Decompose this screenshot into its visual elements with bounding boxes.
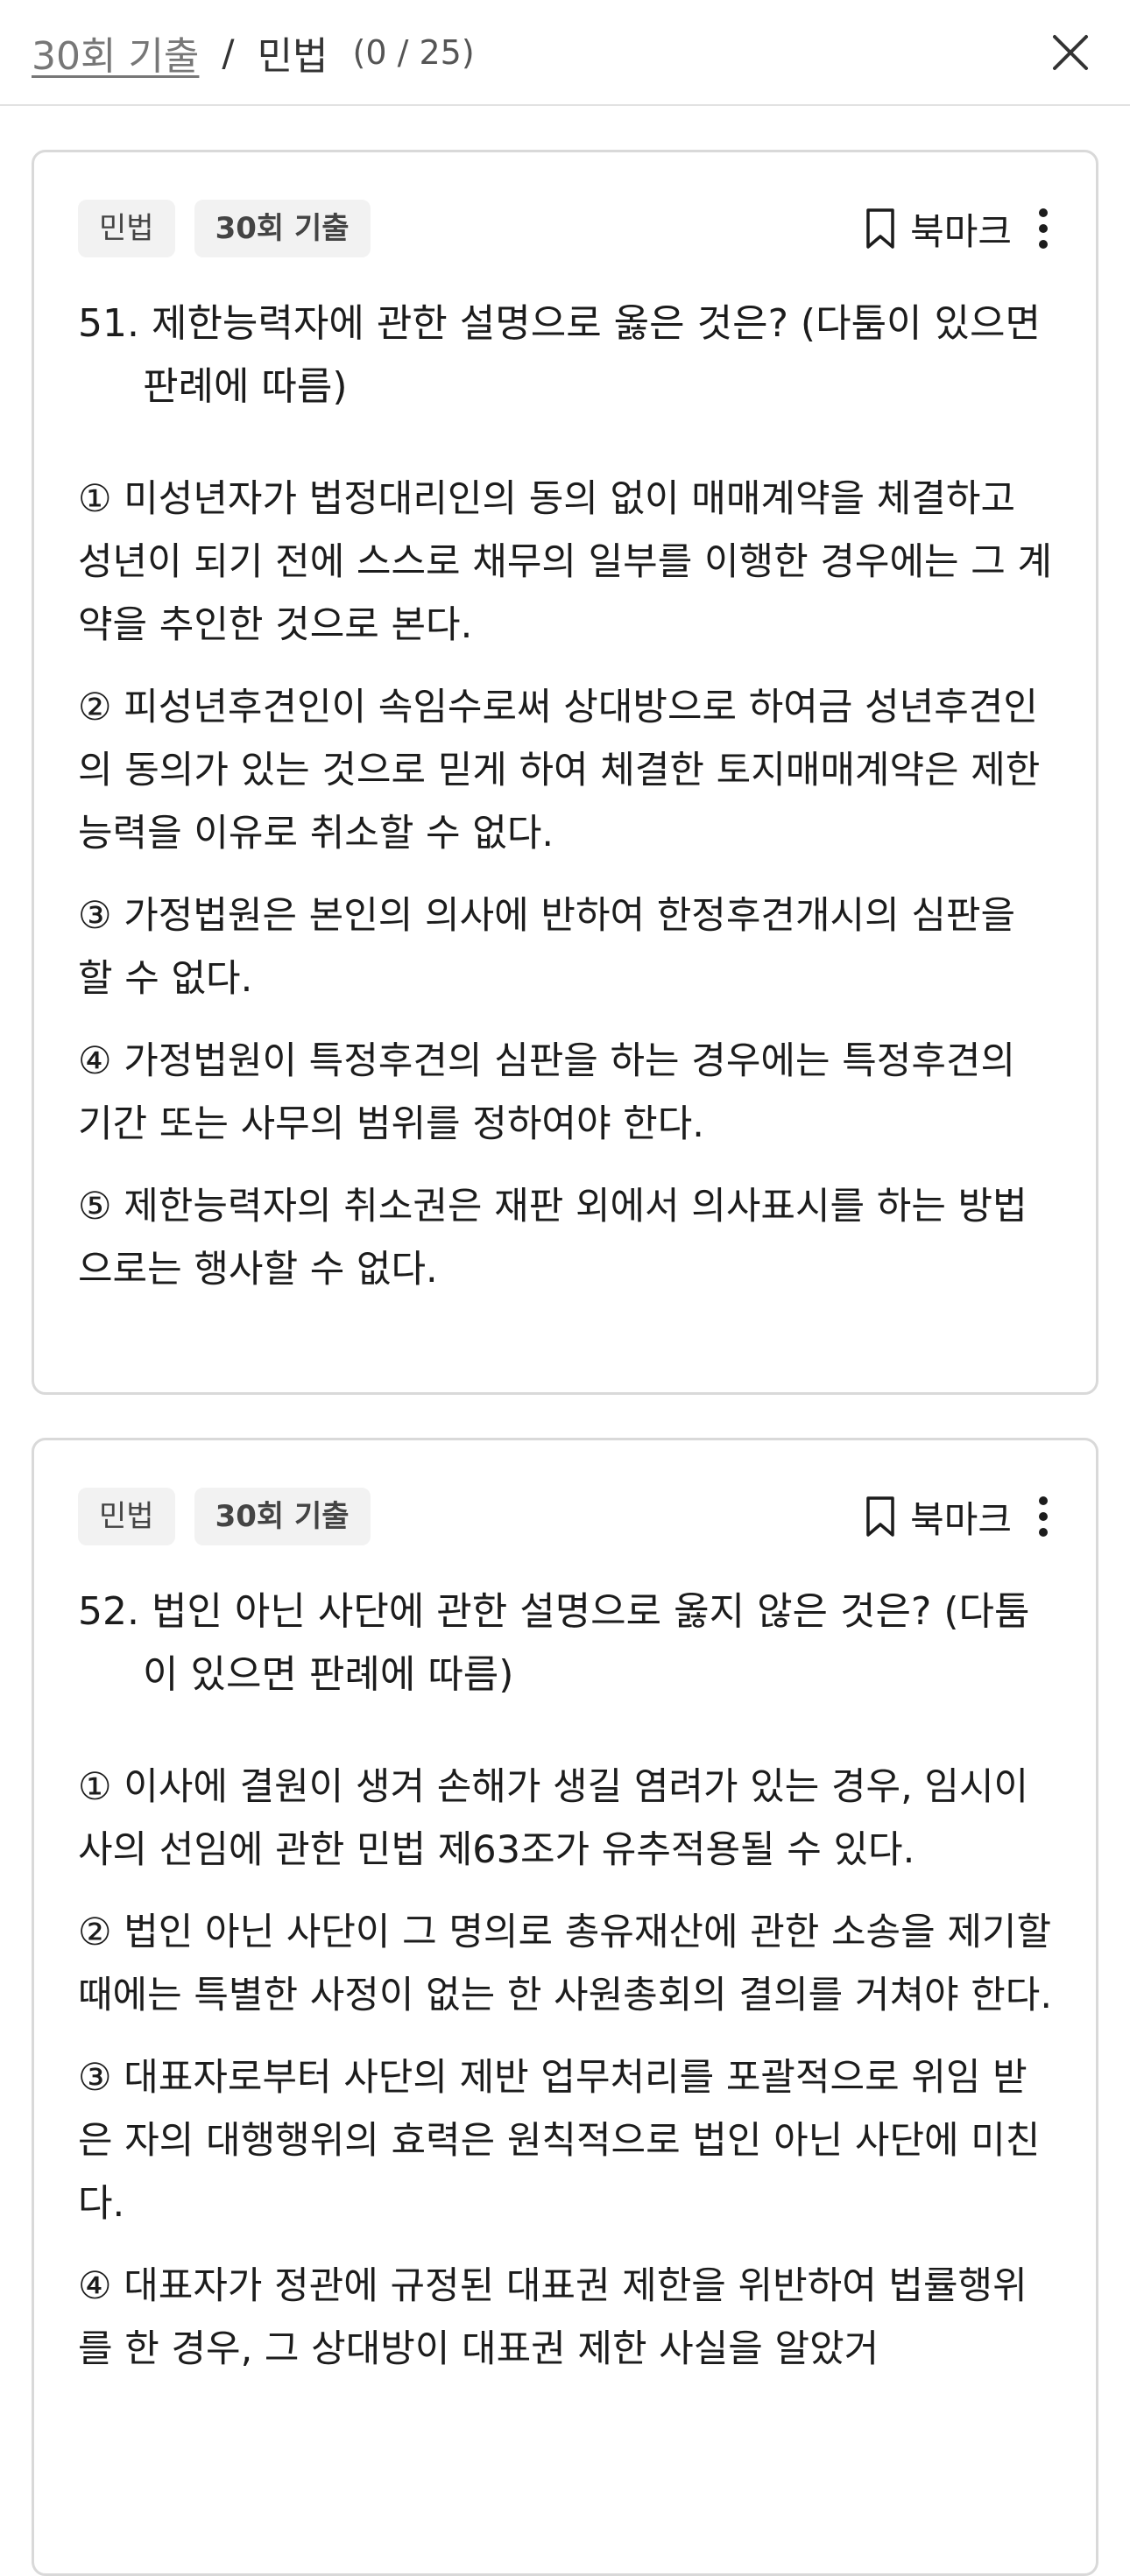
card-actions: 북마크 bbox=[863, 1488, 1052, 1545]
answer-option-4[interactable]: ④ 가정법원이 특정후견의 심판을 하는 경우에는 특정후견의 기간 또는 사무… bbox=[78, 1030, 1052, 1156]
answer-option-2[interactable]: ② 법인 아닌 사단이 그 명의로 총유재산에 관한 소송을 제기할 때에는 특… bbox=[78, 1901, 1052, 2027]
answer-option-5[interactable]: ⑤ 제한능력자의 취소권은 재판 외에서 의사표시를 하는 방법으로는 행사할 … bbox=[78, 1175, 1052, 1301]
top-bar: 30회 기출 / 민법 (0 / 25) bbox=[0, 0, 1130, 106]
answer-option-4[interactable]: ④ 대표자가 정관에 규정된 대표권 제한을 위반하여 법률행위를 한 경우, … bbox=[78, 2255, 1052, 2381]
question-text: 52. 법인 아닌 사단에 관한 설명으로 옳지 않은 것은? (다툼이 있으면… bbox=[78, 1589, 1030, 1697]
answer-option-2[interactable]: ② 피성년후견인이 속임수로써 상대방으로 하여금 성년후견인의 동의가 있는 … bbox=[78, 676, 1052, 865]
bookmark-label: 북마크 bbox=[910, 209, 1012, 253]
more-vertical-icon bbox=[1039, 208, 1048, 249]
card-header: 민법 30회 기출 북마크 bbox=[78, 1488, 1052, 1549]
breadcrumb-separator: / bbox=[222, 31, 235, 74]
bookmark-label: 북마크 bbox=[910, 1497, 1012, 1541]
close-icon bbox=[1053, 35, 1088, 70]
subject-title: 민법 bbox=[257, 34, 328, 79]
answer-options: ① 이사에 결원이 생겨 손해가 생길 염려가 있는 경우, 임시이사의 선임에… bbox=[78, 1756, 1052, 2381]
bookmark-button[interactable]: 북마크 bbox=[863, 1490, 1012, 1544]
close-button[interactable] bbox=[1046, 28, 1095, 77]
answer-option-3[interactable]: ③ 대표자로부터 사단의 제반 업무처리를 포괄적으로 위임 받은 자의 대행행… bbox=[78, 2046, 1052, 2235]
more-options-button[interactable] bbox=[1035, 204, 1052, 253]
breadcrumb: 30회 기출 / 민법 (0 / 25) bbox=[32, 25, 475, 81]
question-text: 51. 제한능력자에 관한 설명으로 옳은 것은? (다툼이 있으면 판례에 따… bbox=[78, 301, 1041, 409]
more-vertical-icon bbox=[1039, 1496, 1048, 1537]
exam-tag: 30회 기출 bbox=[194, 200, 371, 257]
question-card: 민법 30회 기출 북마크 51. 제한능력자에 관한 설명으로 옳은 것은? (… bbox=[32, 150, 1098, 1395]
card-actions: 북마크 bbox=[863, 200, 1052, 257]
exam-tag: 30회 기출 bbox=[194, 1488, 371, 1545]
question-card: 민법 30회 기출 북마크 52. 법인 아닌 사단에 관한 설명으로 옳지 않은… bbox=[32, 1438, 1098, 2576]
bookmark-button[interactable]: 북마크 bbox=[863, 202, 1012, 256]
card-header: 민법 30회 기출 북마크 bbox=[78, 200, 1052, 261]
exam-link[interactable]: 30회 기출 bbox=[32, 25, 199, 81]
subject-tag: 민법 bbox=[78, 200, 175, 257]
answer-options: ① 미성년자가 법정대리인의 동의 없이 매매계약을 체결하고 성년이 되기 전… bbox=[78, 468, 1052, 1301]
progress-count: (0 / 25) bbox=[352, 33, 475, 72]
answer-option-1[interactable]: ① 이사에 결원이 생겨 손해가 생길 염려가 있는 경우, 임시이사의 선임에… bbox=[78, 1756, 1052, 1882]
bookmark-icon bbox=[866, 1496, 894, 1537]
more-options-button[interactable] bbox=[1035, 1492, 1052, 1541]
answer-option-1[interactable]: ① 미성년자가 법정대리인의 동의 없이 매매계약을 체결하고 성년이 되기 전… bbox=[78, 468, 1052, 657]
subject-tag: 민법 bbox=[78, 1488, 175, 1545]
bookmark-icon bbox=[866, 208, 894, 249]
answer-option-3[interactable]: ③ 가정법원은 본인의 의사에 반하여 한정후견개시의 심판을 할 수 없다. bbox=[78, 884, 1052, 1010]
